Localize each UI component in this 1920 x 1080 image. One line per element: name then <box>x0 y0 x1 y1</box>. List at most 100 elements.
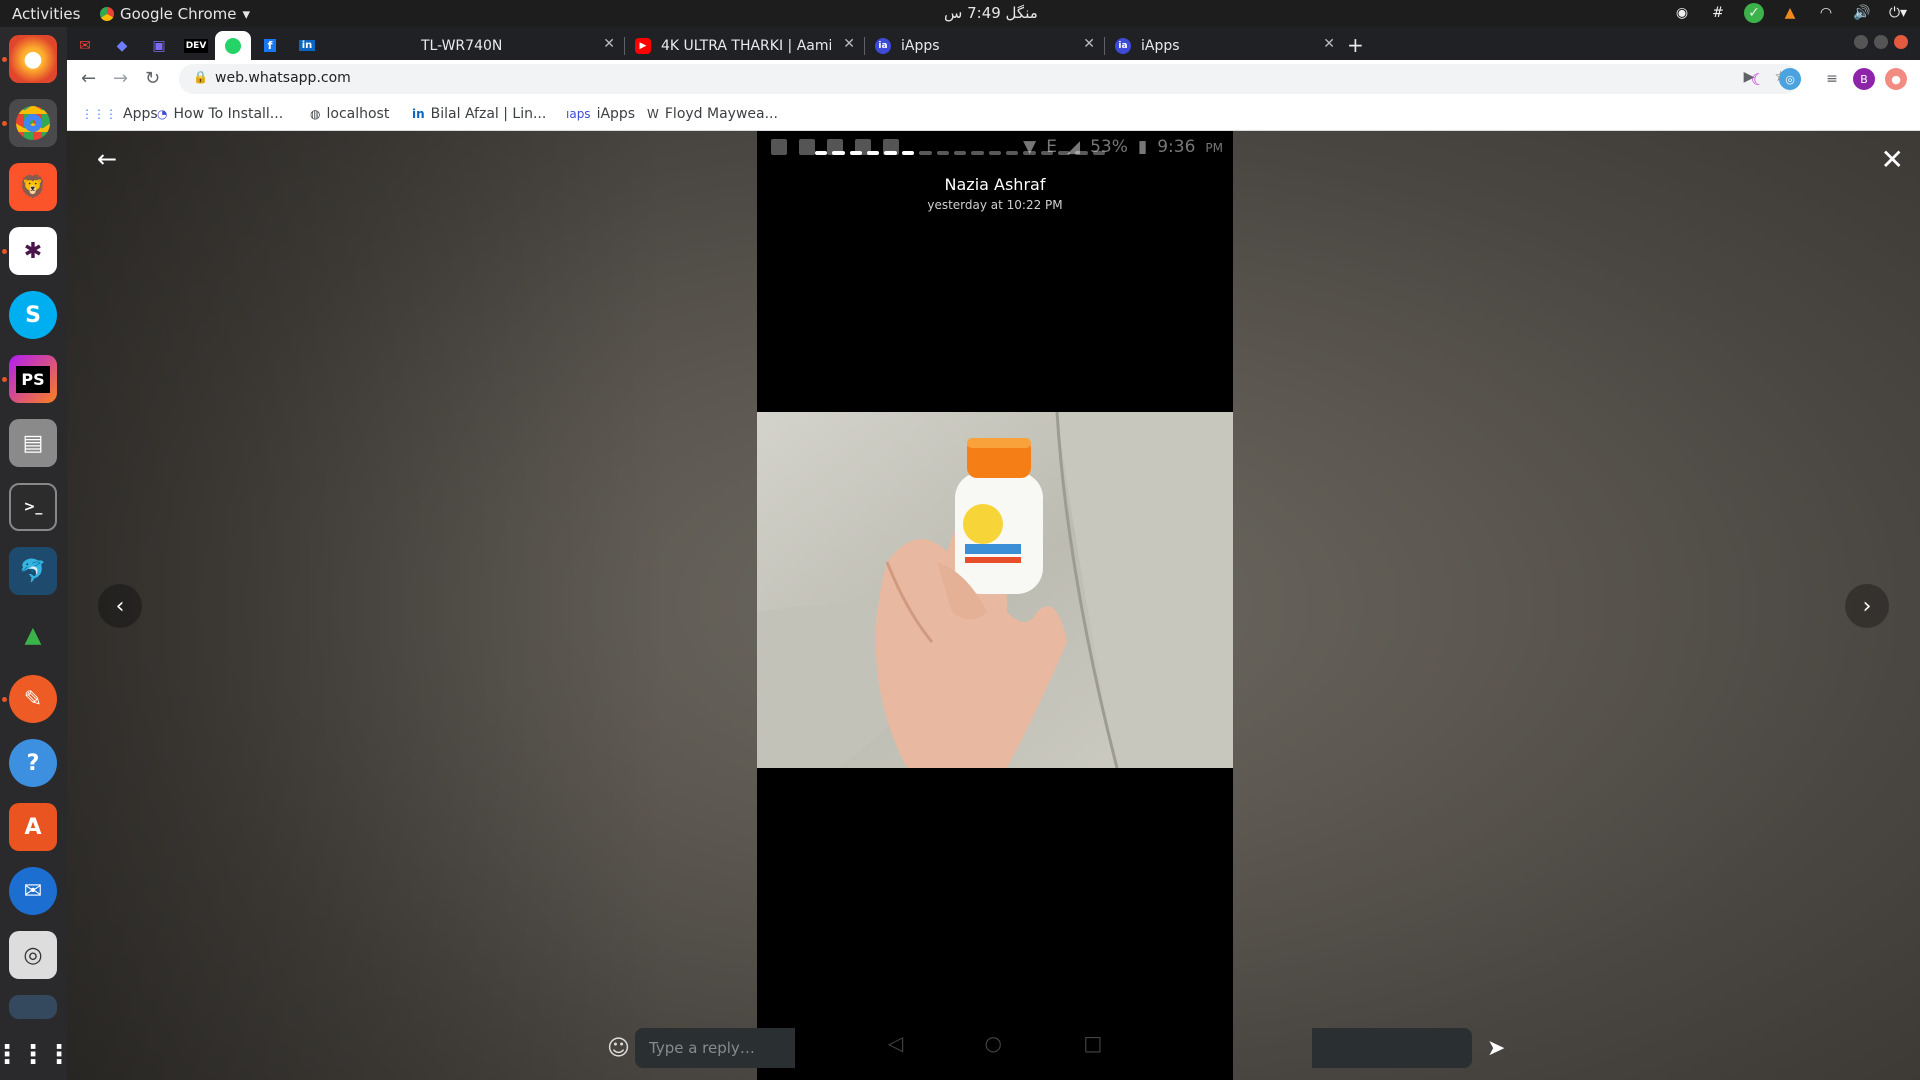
thunderbird-icon[interactable]: ✉ <box>9 867 57 915</box>
search-extension-icon[interactable]: ◎ <box>1779 68 1801 90</box>
obs-tray-icon[interactable]: ◉ <box>1672 3 1692 23</box>
mysql-workbench-icon[interactable]: 🐬 <box>9 547 57 595</box>
tab-youtube[interactable]: ▶ 4K ULTRA THARKI | Aamir ✕ <box>625 31 863 60</box>
poster-name[interactable]: Nazia Ashraf <box>757 175 1233 194</box>
bookmark-apps[interactable]: ⋮⋮⋮ Apps <box>81 106 158 122</box>
brave-icon[interactable]: 🦁 <box>9 163 57 211</box>
firefox-icon[interactable]: ● <box>9 35 57 83</box>
previous-status-button[interactable]: ‹ <box>98 584 142 628</box>
activities-button[interactable]: Activities <box>12 5 80 23</box>
extension-icon[interactable]: ● <box>1885 68 1907 90</box>
pinned-tab-twitch[interactable]: ▣ <box>141 31 177 60</box>
pinned-tab-facebook[interactable]: f <box>252 31 288 60</box>
phone-time: 9:36 <box>1157 137 1196 157</box>
back-icon[interactable]: ← <box>81 68 96 89</box>
media-controls-icon[interactable]: ≡ <box>1821 68 1843 90</box>
system-top-bar: Activities Google Chrome ▾ منگل 7:49 س ◉… <box>0 0 1920 27</box>
screen-icon[interactable] <box>9 995 57 1019</box>
clock[interactable]: منگل 7:49 س <box>944 4 1038 22</box>
close-tab-icon[interactable]: ✕ <box>603 36 615 52</box>
slack-tray-icon[interactable]: # <box>1708 3 1728 23</box>
bookmark-label: iApps <box>596 106 636 122</box>
postman-icon[interactable]: ✎ <box>9 675 57 723</box>
volume-icon[interactable]: 🔊 <box>1852 3 1872 23</box>
next-status-button[interactable]: › <box>1845 584 1889 628</box>
profile-avatar[interactable]: B <box>1853 68 1875 90</box>
running-indicator <box>2 249 7 254</box>
terminal-icon[interactable]: >_ <box>9 483 57 531</box>
tab-iapps-1[interactable]: ia iApps ✕ <box>865 31 1103 60</box>
maximize-button[interactable] <box>1874 35 1888 49</box>
linkedin-icon: in <box>412 107 425 121</box>
iapps-favicon: ia <box>875 37 891 54</box>
whatsapp-icon <box>225 37 241 54</box>
close-tab-icon[interactable]: ✕ <box>1323 36 1335 52</box>
pinned-tab-gmail[interactable]: ✉ <box>67 31 103 60</box>
reload-icon[interactable]: ↻ <box>145 68 160 89</box>
facebook-icon: f <box>263 39 277 52</box>
send-icon[interactable]: ➤ <box>1487 1036 1505 1061</box>
check-tray-icon[interactable]: ✓ <box>1744 3 1764 23</box>
reply-bar: ☺ ➤ <box>607 1028 1505 1068</box>
pinned-tab-whatsapp[interactable] <box>215 31 251 60</box>
bookmarks-bar: ⋮⋮⋮ Apps ◔ How To Install... ◍ localhost in… <box>67 98 1920 131</box>
lock-icon[interactable]: 🔒 <box>193 70 208 84</box>
progress-segment <box>988 151 1001 155</box>
rhythmbox-icon[interactable]: ◎ <box>9 931 57 979</box>
bookmark-label: Floyd Maywea... <box>664 106 778 122</box>
url-text[interactable]: web.whatsapp.com <box>215 70 351 86</box>
reply-input-end[interactable] <box>1312 1028 1472 1068</box>
minimize-button[interactable] <box>1854 35 1868 49</box>
progress-segment <box>901 151 915 155</box>
phpstorm-icon[interactable]: PS <box>9 355 57 403</box>
tab-strip: ✉ ◆ ▣ DEV f in TL-WR740N ✕ ▶ 4K ULTRA TH… <box>67 27 1920 60</box>
status-media[interactable]: ▼ E ◢ 53% ▮ 9:36 PM Nazia Ashraf yesterd… <box>757 131 1233 1080</box>
reply-input[interactable] <box>635 1028 795 1068</box>
tab-title: iApps <box>1141 37 1180 54</box>
emoji-icon[interactable]: ☺ <box>607 1036 630 1061</box>
forward-icon[interactable]: → <box>113 68 128 89</box>
pinned-tab-linkedin[interactable]: in <box>289 31 325 60</box>
progress-segment <box>919 151 932 155</box>
help-icon[interactable]: ? <box>9 739 57 787</box>
bookmark-iapps[interactable]: ıaps iApps <box>566 106 635 122</box>
rocket-icon[interactable]: ▲ <box>9 611 57 659</box>
dark-mode-extension-icon[interactable]: ☾ <box>1747 68 1769 90</box>
linkedin-icon: in <box>298 40 316 51</box>
chrome-icon[interactable] <box>9 99 57 147</box>
pinned-tab-app[interactable]: ◆ <box>104 31 140 60</box>
pinned-tab-dev[interactable]: DEV <box>178 31 214 60</box>
iapps-icon: ıaps <box>566 107 591 121</box>
tab-title: 4K ULTRA THARKI | Aamir <box>661 37 831 54</box>
progress-segment <box>1092 151 1106 155</box>
bookmark-localhost[interactable]: ◍ localhost <box>310 106 389 122</box>
skype-icon[interactable]: S <box>9 291 57 339</box>
vlc-tray-icon[interactable]: ▲ <box>1780 3 1800 23</box>
tab-iapps-2[interactable]: ia iApps ✕ <box>1105 31 1343 60</box>
tab-tl-wr740n[interactable]: TL-WR740N ✕ <box>385 31 623 60</box>
progress-segment <box>936 151 949 155</box>
bookmark-wikipedia[interactable]: W Floyd Maywea... <box>647 106 778 122</box>
address-bar[interactable]: 🔒 web.whatsapp.com ▶ ☆ <box>179 64 1799 94</box>
close-window-button[interactable] <box>1894 35 1908 49</box>
dev-icon: DEV <box>183 38 209 53</box>
files-icon[interactable]: ▤ <box>9 419 57 467</box>
slack-icon[interactable]: ✱ <box>9 227 57 275</box>
new-tab-button[interactable]: + <box>1347 33 1364 57</box>
wifi-icon[interactable]: ◠ <box>1816 3 1836 23</box>
bookmark-how-to-install[interactable]: ◔ How To Install... <box>157 106 283 122</box>
software-center-icon[interactable]: A <box>9 803 57 851</box>
progress-segment <box>1075 151 1088 155</box>
bookmark-linkedin[interactable]: in Bilal Afzal | Lin... <box>412 106 546 122</box>
bookmark-label: Apps <box>123 106 158 122</box>
back-arrow-icon[interactable]: ← <box>97 145 117 173</box>
pinned-tab-blank[interactable] <box>326 31 362 60</box>
globe-icon: ◍ <box>310 107 321 121</box>
close-icon[interactable]: ✕ <box>1881 143 1904 176</box>
backdrop-shade <box>67 131 667 1080</box>
show-apps-icon[interactable]: ⋮⋮⋮ <box>0 1031 72 1079</box>
power-menu-icon[interactable]: ⏻▾ <box>1888 3 1908 23</box>
app-menu[interactable]: Google Chrome ▾ <box>100 5 250 23</box>
close-tab-icon[interactable]: ✕ <box>843 36 855 52</box>
close-tab-icon[interactable]: ✕ <box>1083 36 1095 52</box>
